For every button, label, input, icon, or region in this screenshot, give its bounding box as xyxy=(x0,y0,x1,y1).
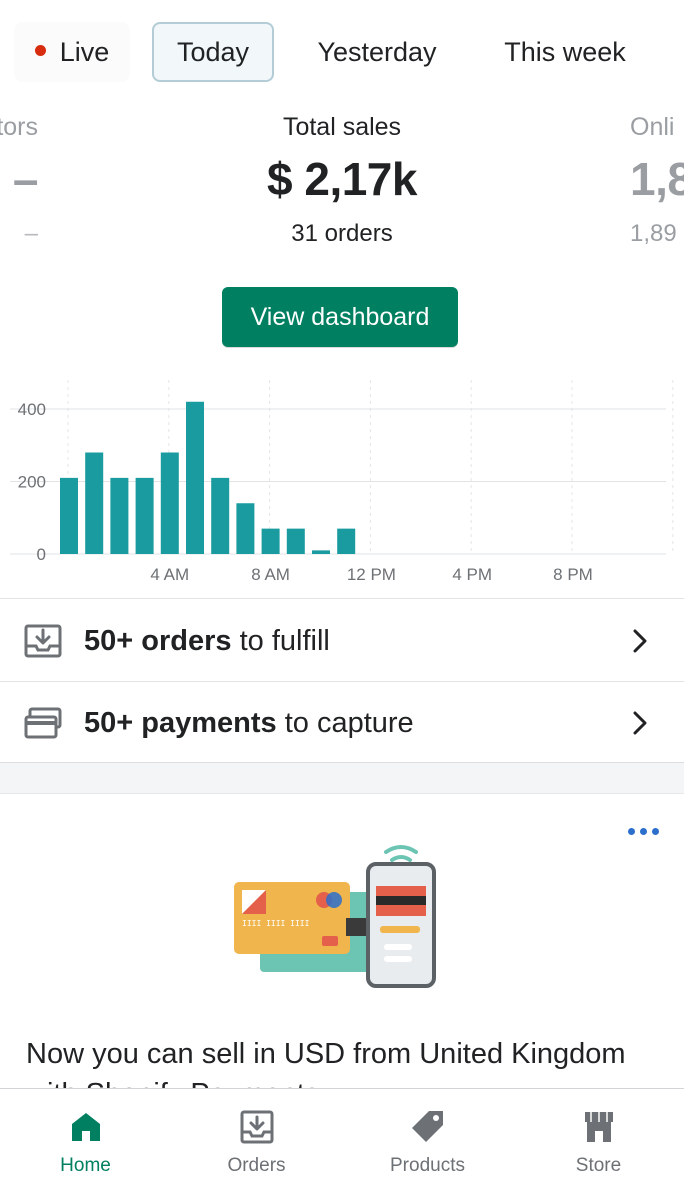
payments-rest: to capture xyxy=(276,707,414,739)
orders-rest: to fulfill xyxy=(231,625,330,657)
chart-bar xyxy=(337,528,356,554)
chart-bar xyxy=(135,477,154,554)
metric-visitors-sub: – xyxy=(24,220,38,247)
more-options-icon[interactable] xyxy=(626,822,662,842)
x-tick-label: 4 PM xyxy=(452,565,492,584)
view-dashboard-button[interactable]: View dashboard xyxy=(222,287,458,347)
y-tick-label: 200 xyxy=(18,473,46,492)
sales-bar-chart: 0 200 400 4 AM 8 AM 12 PM 4 PM 8 PM xyxy=(10,380,674,584)
nav-store-label: Store xyxy=(575,1155,622,1176)
metric-total-sales-value: $ 2,17k xyxy=(267,153,417,205)
metric-online-label: Onli xyxy=(630,113,675,141)
metric-total-sales-orders: 31 orders xyxy=(291,220,393,247)
chevron-right-icon xyxy=(633,629,647,653)
y-tick-label: 400 xyxy=(18,400,46,419)
download-tray-icon xyxy=(24,624,62,658)
metric-visitors-label: tors xyxy=(0,113,38,141)
x-tick-label: 12 PM xyxy=(347,565,396,584)
home-icon xyxy=(71,1113,100,1141)
metrics-carousel[interactable]: tors – – Total sales $ 2,17k 31 orders O… xyxy=(0,110,684,280)
svg-text:IIII IIII IIII: IIII IIII IIII xyxy=(242,919,310,928)
chevron-right-icon xyxy=(633,711,647,735)
chart-bar xyxy=(85,452,104,554)
orders-count: 50+ orders xyxy=(84,625,232,657)
metric-total-sales-label: Total sales xyxy=(282,113,402,141)
divider xyxy=(0,598,684,599)
payments-to-capture-row[interactable]: 50+ payments to capture xyxy=(0,682,684,764)
chart-bar xyxy=(236,503,255,554)
metric-total-sales[interactable]: Total sales $ 2,17k 31 orders xyxy=(192,110,492,254)
nav-store[interactable]: Store xyxy=(513,1089,684,1180)
orders-icon xyxy=(240,1110,273,1144)
x-tick-label: 8 PM xyxy=(553,565,593,584)
chart-bar xyxy=(160,452,179,554)
live-dot-icon xyxy=(34,45,46,57)
x-tick-label: 4 AM xyxy=(150,565,189,584)
tab-this-week-label: This week xyxy=(504,37,626,67)
nav-orders-label: Orders xyxy=(227,1155,286,1176)
tab-live[interactable]: Live xyxy=(14,22,130,82)
metric-visitors[interactable]: tors – – xyxy=(0,110,80,254)
tab-live-label: Live xyxy=(59,37,110,67)
chart-bar xyxy=(110,477,129,554)
orders-to-fulfill-text: 50+ orders to fulfill xyxy=(84,600,330,682)
nav-home-label: Home xyxy=(60,1155,111,1176)
tag-icon xyxy=(411,1111,443,1142)
nav-home[interactable]: Home xyxy=(0,1089,171,1180)
period-tabs: Live Today Yesterday This week xyxy=(0,20,684,84)
chart-bar xyxy=(186,401,204,554)
credit-cards-icon xyxy=(24,707,62,739)
tab-today-label: Today xyxy=(176,37,250,67)
tab-yesterday[interactable]: Yesterday xyxy=(296,22,458,82)
payments-to-capture-text: 50+ payments to capture xyxy=(84,682,414,764)
chart-bar xyxy=(211,477,230,554)
chart-bar xyxy=(261,528,280,554)
metric-visitors-value: – xyxy=(12,153,39,205)
x-tick-label: 8 AM xyxy=(251,565,290,584)
y-tick-label: 0 xyxy=(37,545,46,564)
bottom-navigation: Home Orders Products Store xyxy=(0,1088,684,1180)
metric-online[interactable]: Onli 1,8 1,89 xyxy=(630,110,684,254)
tab-today[interactable]: Today xyxy=(152,22,274,82)
section-separator xyxy=(0,762,684,794)
metric-online-value: 1,8 xyxy=(630,153,684,205)
promo-title: Now you can sell in USD from United King… xyxy=(26,1038,626,1090)
nav-orders[interactable]: Orders xyxy=(171,1089,342,1180)
orders-to-fulfill-row[interactable]: 50+ orders to fulfill xyxy=(0,600,684,682)
chart-bar xyxy=(60,477,78,554)
tab-this-week[interactable]: This week xyxy=(482,22,648,82)
chart-bar xyxy=(286,528,305,554)
nav-products-label: Products xyxy=(390,1155,465,1176)
chart-bar xyxy=(312,550,330,554)
nav-products[interactable]: Products xyxy=(342,1089,513,1180)
metric-online-sub: 1,89 xyxy=(630,220,677,247)
tab-yesterday-label: Yesterday xyxy=(317,37,437,67)
store-icon xyxy=(584,1112,613,1142)
card-and-phone-illustration: IIII IIII IIII xyxy=(234,845,436,988)
payments-count: 50+ payments xyxy=(84,707,277,739)
